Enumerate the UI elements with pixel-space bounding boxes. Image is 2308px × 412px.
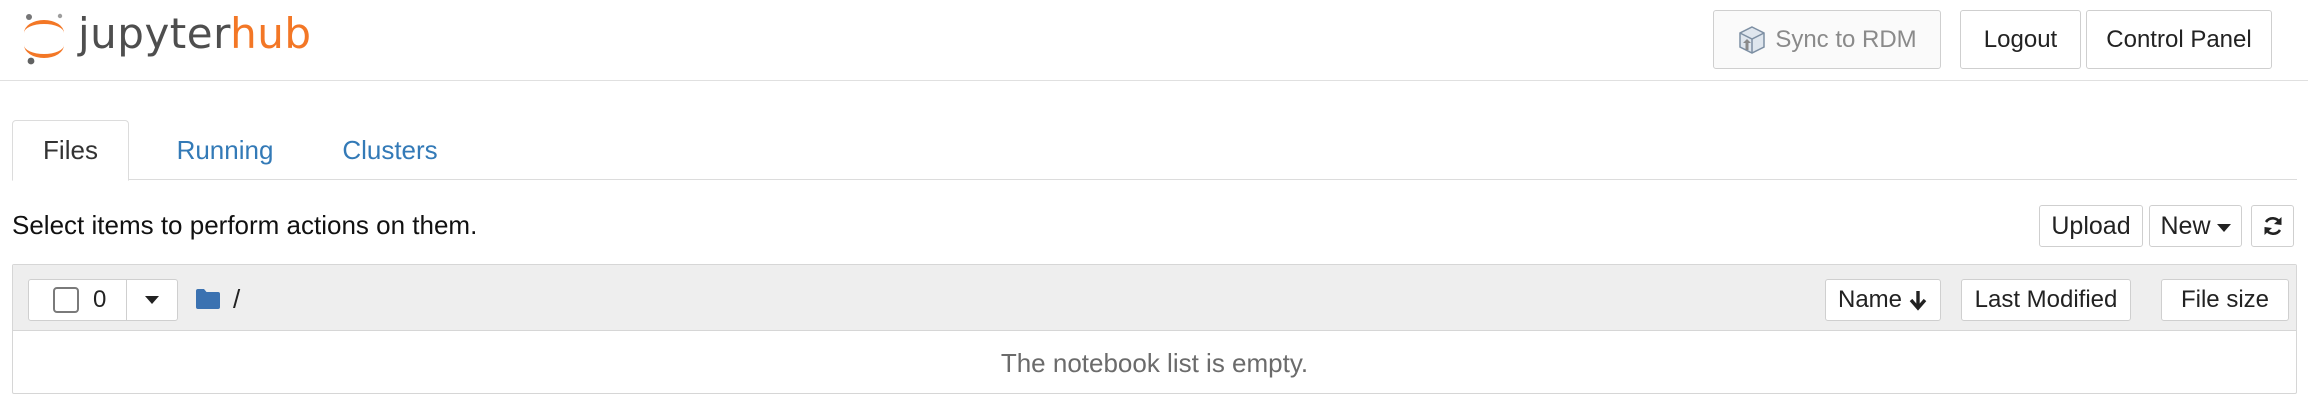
logo-wordmark: jupyterhub xyxy=(78,13,312,55)
new-button-label: New xyxy=(2160,211,2211,240)
sort-by-file-size-button[interactable]: File size xyxy=(2161,279,2289,321)
select-all-checkbox[interactable] xyxy=(53,287,79,313)
selected-count: 0 xyxy=(93,286,107,313)
folder-icon[interactable] xyxy=(195,288,221,310)
logout-button[interactable]: Logout xyxy=(1960,10,2081,69)
sort-by-name-button[interactable]: Name xyxy=(1825,279,1941,321)
tab-clusters[interactable]: Clusters xyxy=(322,120,458,181)
sync-to-rdm-button[interactable]: Sync to RDM xyxy=(1713,10,1941,69)
refresh-button[interactable] xyxy=(2251,205,2294,247)
arrow-down-icon xyxy=(1909,291,1927,311)
breadcrumb-root-link[interactable]: / xyxy=(233,284,240,315)
sort-name-label: Name xyxy=(1837,286,1903,313)
new-dropdown-button[interactable]: New xyxy=(2149,205,2242,247)
sort-by-last-modified-button[interactable]: Last Modified xyxy=(1961,279,2131,321)
tab-bar: Files Running Clusters xyxy=(12,120,2297,181)
sync-to-rdm-label: Sync to RDM xyxy=(1775,25,1917,53)
jupyterhub-logo[interactable]: jupyterhub xyxy=(20,6,312,72)
logo-text-jupyter: jupyter xyxy=(78,9,231,58)
selection-dropdown-button[interactable] xyxy=(127,280,177,320)
control-panel-button[interactable]: Control Panel xyxy=(2086,10,2272,69)
refresh-icon xyxy=(2264,217,2281,235)
rdm-cube-icon xyxy=(1739,25,1766,54)
upload-button[interactable]: Upload xyxy=(2039,205,2143,247)
empty-list-message: The notebook list is empty. xyxy=(1000,347,1309,378)
tab-files[interactable]: Files xyxy=(12,120,129,181)
jupyter-logo-icon xyxy=(20,9,68,69)
select-all-checkbox-button[interactable]: 0 xyxy=(29,280,127,320)
select-all-group: 0 xyxy=(28,279,178,321)
tab-running[interactable]: Running xyxy=(152,120,298,181)
logo-text-hub: hub xyxy=(230,9,312,58)
breadcrumb: / xyxy=(195,282,240,316)
notebook-list: 0 / Name Last Modified File size The not… xyxy=(12,264,2297,394)
header: jupyterhub Sync to RDM Logout Control Pa… xyxy=(0,0,2308,81)
notebook-list-header: 0 / Name Last Modified File size xyxy=(13,265,2296,331)
caret-down-icon xyxy=(2216,223,2231,232)
instructions-text: Select items to perform actions on them. xyxy=(12,210,478,240)
caret-down-icon xyxy=(145,296,159,304)
